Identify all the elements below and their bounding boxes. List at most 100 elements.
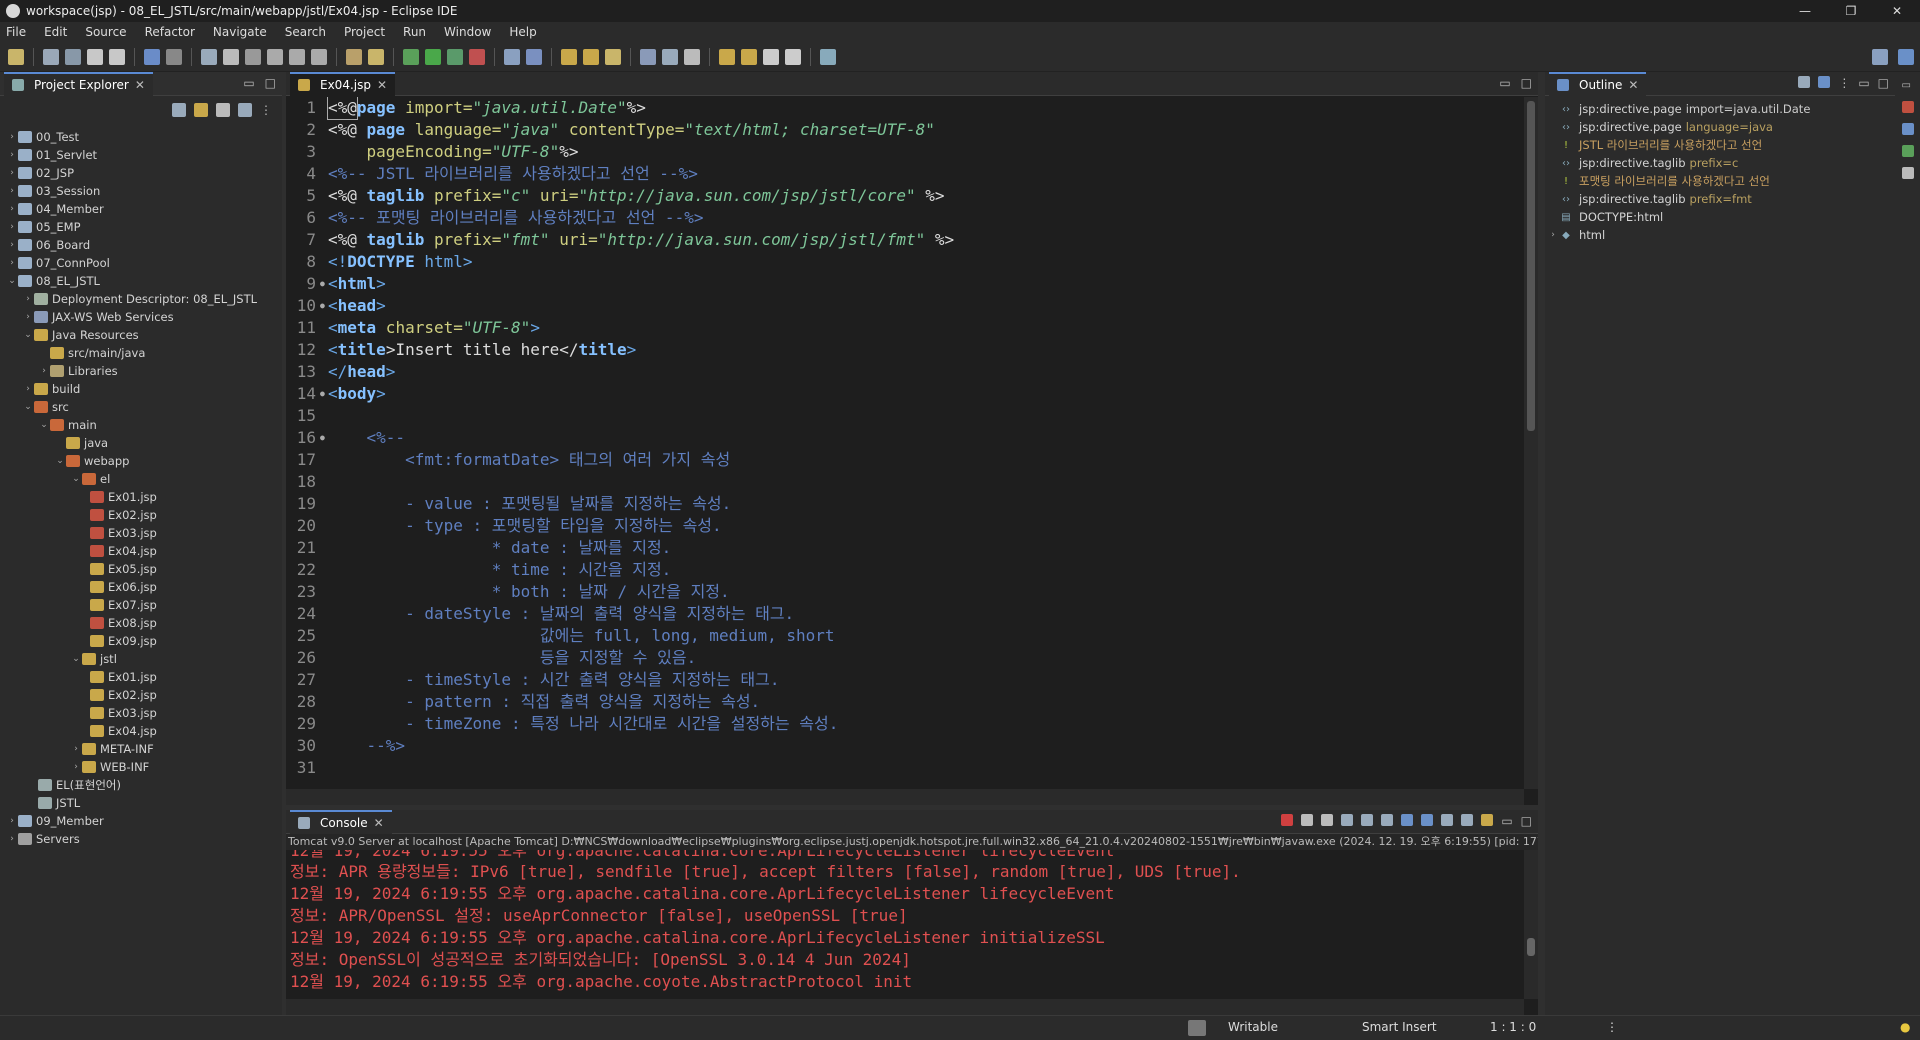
minimize-view-icon[interactable]: ▭ [1501, 814, 1512, 828]
outline-item[interactable]: ▤ DOCTYPE:html [1545, 208, 1895, 226]
outline-item[interactable]: ‹› jsp:directive.taglib prefix=c [1545, 154, 1895, 172]
open-task-icon[interactable] [346, 48, 362, 65]
tree-item[interactable]: › 05_EMP [0, 218, 282, 236]
arrow-right-icon[interactable] [785, 48, 801, 65]
step-return-icon[interactable] [311, 48, 327, 65]
pin-icon[interactable] [684, 48, 700, 65]
tree-item[interactable]: › 06_Board [0, 236, 282, 254]
code-editor[interactable]: Ex04.jsp ✕ ▭ □ 1 <%@ page import= "java.util… [286, 71, 1538, 805]
tree-item[interactable]: ⌄ main [0, 416, 282, 434]
step-into-icon[interactable] [267, 48, 283, 65]
resume-icon[interactable] [201, 48, 217, 65]
maximize-view-icon[interactable]: □ [265, 76, 276, 90]
tree-item[interactable]: Ex08.jsp [0, 614, 282, 632]
console-horizontal-scrollbar[interactable] [286, 999, 1524, 1015]
outline-item[interactable]: › ◆ html [1545, 226, 1895, 244]
servers-view-icon[interactable] [1901, 145, 1914, 157]
tab-console[interactable]: Console ✕ [290, 809, 392, 834]
minimize-view-icon[interactable]: ▭ [1858, 76, 1869, 90]
pin-console-icon[interactable] [1441, 814, 1454, 826]
open-perspective-icon[interactable] [1872, 49, 1888, 65]
console-output[interactable]: 12월 19, 2024 6:19:55 오후 org.apache.catal… [286, 850, 1538, 993]
undo-icon[interactable] [87, 48, 103, 65]
tree-item[interactable]: src/main/java [0, 344, 282, 362]
menu-refactor[interactable]: Refactor [145, 25, 195, 39]
tree-item[interactable]: › Servers [0, 830, 282, 848]
perspective-icon[interactable] [820, 48, 836, 65]
close-icon[interactable]: ✕ [374, 816, 384, 830]
save-icon[interactable] [43, 48, 59, 65]
status-menu-icon[interactable]: ⋮ [1606, 1020, 1618, 1034]
display-console-icon[interactable] [1461, 814, 1474, 826]
sort-icon[interactable] [1798, 76, 1811, 88]
close-icon[interactable]: ✕ [135, 78, 145, 92]
tree-item[interactable]: › JAX-WS Web Services [0, 308, 282, 326]
remove-all-icon[interactable] [1321, 814, 1334, 826]
close-icon[interactable]: ✕ [377, 78, 387, 92]
terminal-icon[interactable] [144, 48, 160, 65]
tree-item[interactable]: › WEB-INF [0, 758, 282, 776]
maximize-button[interactable]: ❐ [1828, 0, 1874, 22]
tree-item[interactable]: Ex05.jsp [0, 560, 282, 578]
tree-item[interactable]: ⌄ jstl [0, 650, 282, 668]
annotation-icon[interactable] [662, 48, 678, 65]
editor-horizontal-scrollbar[interactable] [286, 789, 1524, 805]
tree-item[interactable]: ⌄ webapp [0, 452, 282, 470]
view-menu-icon[interactable]: ⋮ [260, 103, 272, 117]
external-tools-icon[interactable] [469, 48, 485, 65]
menu-help[interactable]: Help [509, 25, 536, 39]
menu-run[interactable]: Run [403, 25, 426, 39]
status-lock-icon[interactable] [1188, 1020, 1206, 1036]
menu-window[interactable]: Window [444, 25, 491, 39]
tree-item[interactable]: Ex07.jsp [0, 596, 282, 614]
tree-item[interactable]: ⌄ Java Resources [0, 326, 282, 344]
maximize-view-icon[interactable]: □ [1521, 76, 1532, 90]
tree-item[interactable]: JSTL [0, 794, 282, 812]
tree-item[interactable]: › Deployment Descriptor: 08_EL_JSTL [0, 290, 282, 308]
tree-item[interactable]: EL(표현언어) [0, 776, 282, 794]
terminate-icon[interactable] [1281, 814, 1294, 826]
menu-project[interactable]: Project [344, 25, 385, 39]
console-vertical-scrollbar[interactable] [1524, 850, 1538, 999]
tree-item[interactable]: java [0, 434, 282, 452]
new-server-icon[interactable] [504, 48, 520, 65]
tree-item[interactable]: › 01_Servlet [0, 146, 282, 164]
suspend-icon[interactable] [223, 48, 239, 65]
collapse-all-icon[interactable] [172, 103, 186, 117]
servers-icon[interactable] [368, 48, 384, 65]
tree-item[interactable]: › META-INF [0, 740, 282, 758]
java-ee-perspective-icon[interactable] [1898, 49, 1914, 65]
debug-icon[interactable] [403, 48, 419, 65]
scroll-thumb[interactable] [1527, 938, 1535, 956]
restore-icon[interactable]: ▭ [1902, 80, 1914, 91]
tree-item[interactable]: Ex04.jsp [0, 722, 282, 740]
maximize-view-icon[interactable]: □ [1878, 76, 1889, 90]
markers-icon[interactable] [1901, 101, 1914, 113]
save-all-icon[interactable] [65, 48, 81, 65]
tree-item[interactable]: ⌄ 08_EL_JSTL [0, 272, 282, 290]
tree-item[interactable]: Ex09.jsp [0, 632, 282, 650]
tree-item[interactable]: Ex02.jsp [0, 686, 282, 704]
tree-item[interactable]: Ex03.jsp [0, 704, 282, 722]
show-on-output-icon[interactable] [1401, 814, 1414, 826]
tree-item[interactable]: › 03_Session [0, 182, 282, 200]
back-icon[interactable] [719, 48, 735, 65]
tree-item[interactable]: Ex01.jsp [0, 488, 282, 506]
pencil-icon[interactable] [605, 48, 621, 65]
outline-item[interactable]: ! 포맷팅 라이브러리를 사용하겠다고 선언 [1545, 172, 1895, 190]
properties-icon[interactable] [1901, 123, 1914, 135]
arrow-left-icon[interactable] [763, 48, 779, 65]
collapse-all-icon[interactable] [1818, 76, 1831, 88]
minimize-button[interactable]: — [1782, 0, 1828, 22]
tree-item[interactable]: › build [0, 380, 282, 398]
redo-icon[interactable] [109, 48, 125, 65]
forward-icon[interactable] [741, 48, 757, 65]
tree-item[interactable]: Ex02.jsp [0, 506, 282, 524]
globe-icon[interactable] [526, 48, 542, 65]
tree-item[interactable]: ⌄ src [0, 398, 282, 416]
open-console-icon[interactable] [1481, 814, 1494, 826]
tree-item[interactable]: › 02_JSP [0, 164, 282, 182]
tree-item[interactable]: Ex01.jsp [0, 668, 282, 686]
show-on-error-icon[interactable] [1421, 814, 1434, 826]
tab-outline[interactable]: Outline ✕ [1549, 71, 1647, 96]
